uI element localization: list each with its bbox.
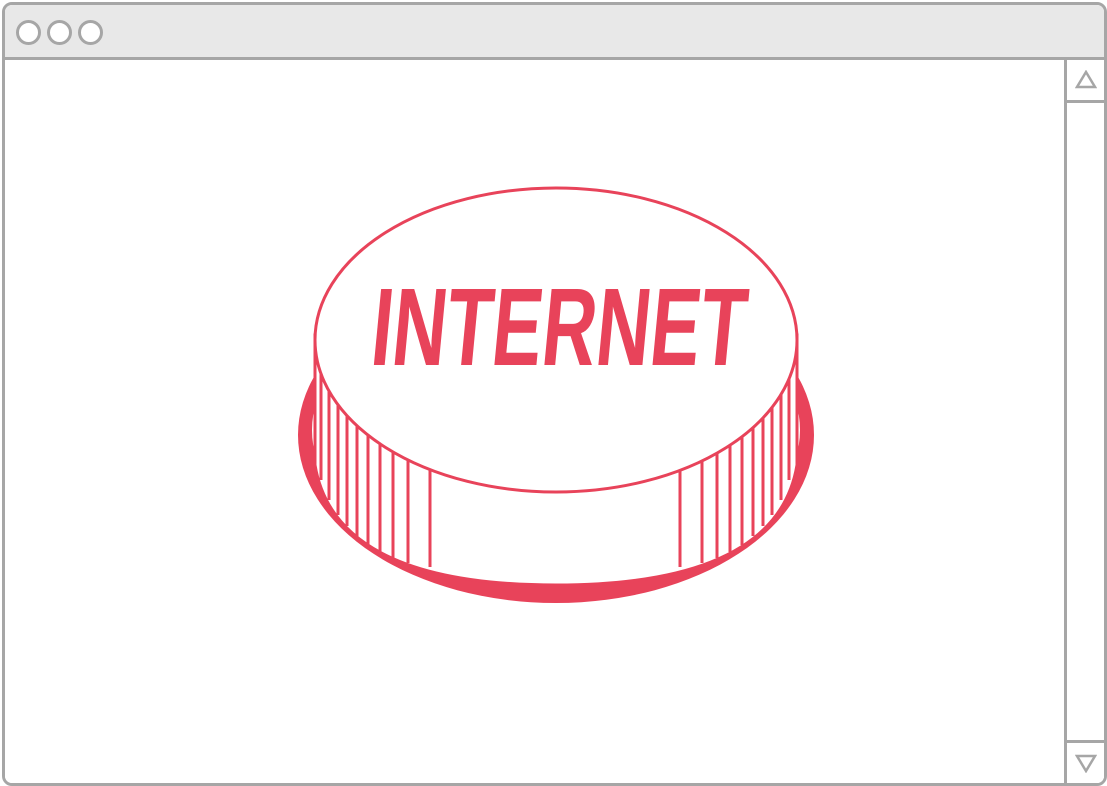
- minimize-window-button[interactable]: [47, 20, 72, 45]
- page-content: INTERNET: [5, 60, 1064, 783]
- button-label: INTERNET: [366, 266, 752, 390]
- close-window-button[interactable]: [16, 20, 41, 45]
- scroll-down-button[interactable]: [1067, 740, 1104, 783]
- maximize-window-button[interactable]: [78, 20, 103, 45]
- triangle-up-icon: [1075, 70, 1097, 89]
- title-bar: [5, 5, 1104, 60]
- browser-window: INTERNET: [2, 2, 1107, 786]
- scroll-up-button[interactable]: [1067, 60, 1104, 103]
- internet-button-illustration: INTERNET: [298, 186, 814, 603]
- vertical-scrollbar[interactable]: [1064, 60, 1104, 783]
- triangle-down-icon: [1075, 754, 1097, 773]
